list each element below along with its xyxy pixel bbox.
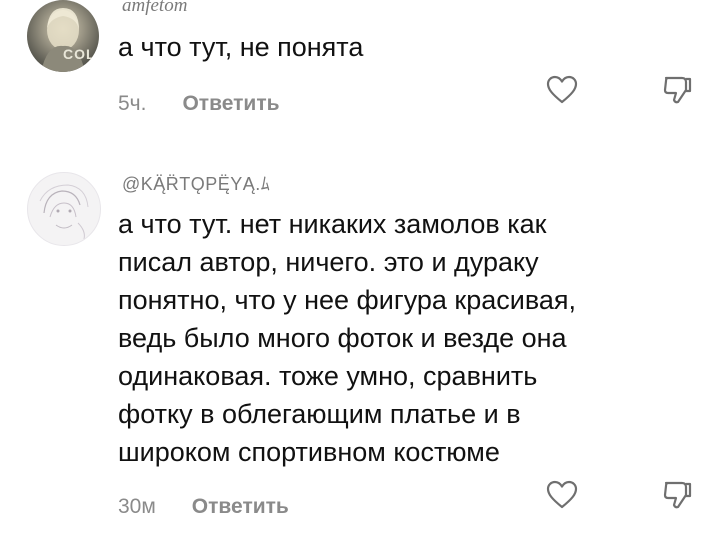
avatar-sketch [39, 184, 89, 240]
comment-text-line: широком спортивном костюме [118, 437, 500, 467]
comment-meta: 30м Ответить [118, 495, 289, 519]
comment-text-line: ведь было много фоток и везде она [118, 323, 567, 353]
comment-text: а что тут, не понята [118, 32, 364, 62]
heart-outline-icon [546, 480, 578, 509]
like-button[interactable] [545, 73, 579, 107]
thumbs-down-outline-icon [663, 76, 692, 104]
comment-meta: 5ч. Ответить [118, 92, 280, 116]
thumbs-down-outline-icon [663, 481, 692, 509]
username[interactable]: @KĄ̈R̈TǪPĘ̈YĄ.ﾑ [122, 170, 270, 196]
dislike-button[interactable] [660, 73, 694, 107]
comment-text: а что тут. нет никаких замолов как писал… [118, 205, 678, 471]
avatar-tag: COL [63, 46, 96, 62]
comment-text-line: одинаковая. тоже умно, сравнить [118, 361, 538, 391]
avatar[interactable] [27, 172, 101, 246]
dislike-button[interactable] [660, 478, 694, 512]
avatar[interactable]: COL [27, 0, 99, 72]
comment-text-line: писал автор, ничего. это и дураку [118, 247, 539, 277]
comment-text-line: а что тут. нет никаких замолов как [118, 209, 547, 239]
username[interactable]: amfetom [122, 0, 187, 17]
timestamp: 5ч. [118, 92, 147, 115]
timestamp: 30м [118, 495, 156, 518]
comment-text-line: понятно, что у нее фигура красивая, [118, 285, 577, 315]
reply-button[interactable]: Ответить [192, 495, 289, 519]
like-button[interactable] [545, 478, 579, 512]
heart-outline-icon [546, 75, 578, 104]
reply-button[interactable]: Ответить [182, 92, 279, 116]
comment-text-line: фотку в облегающим платье и в [118, 399, 521, 429]
